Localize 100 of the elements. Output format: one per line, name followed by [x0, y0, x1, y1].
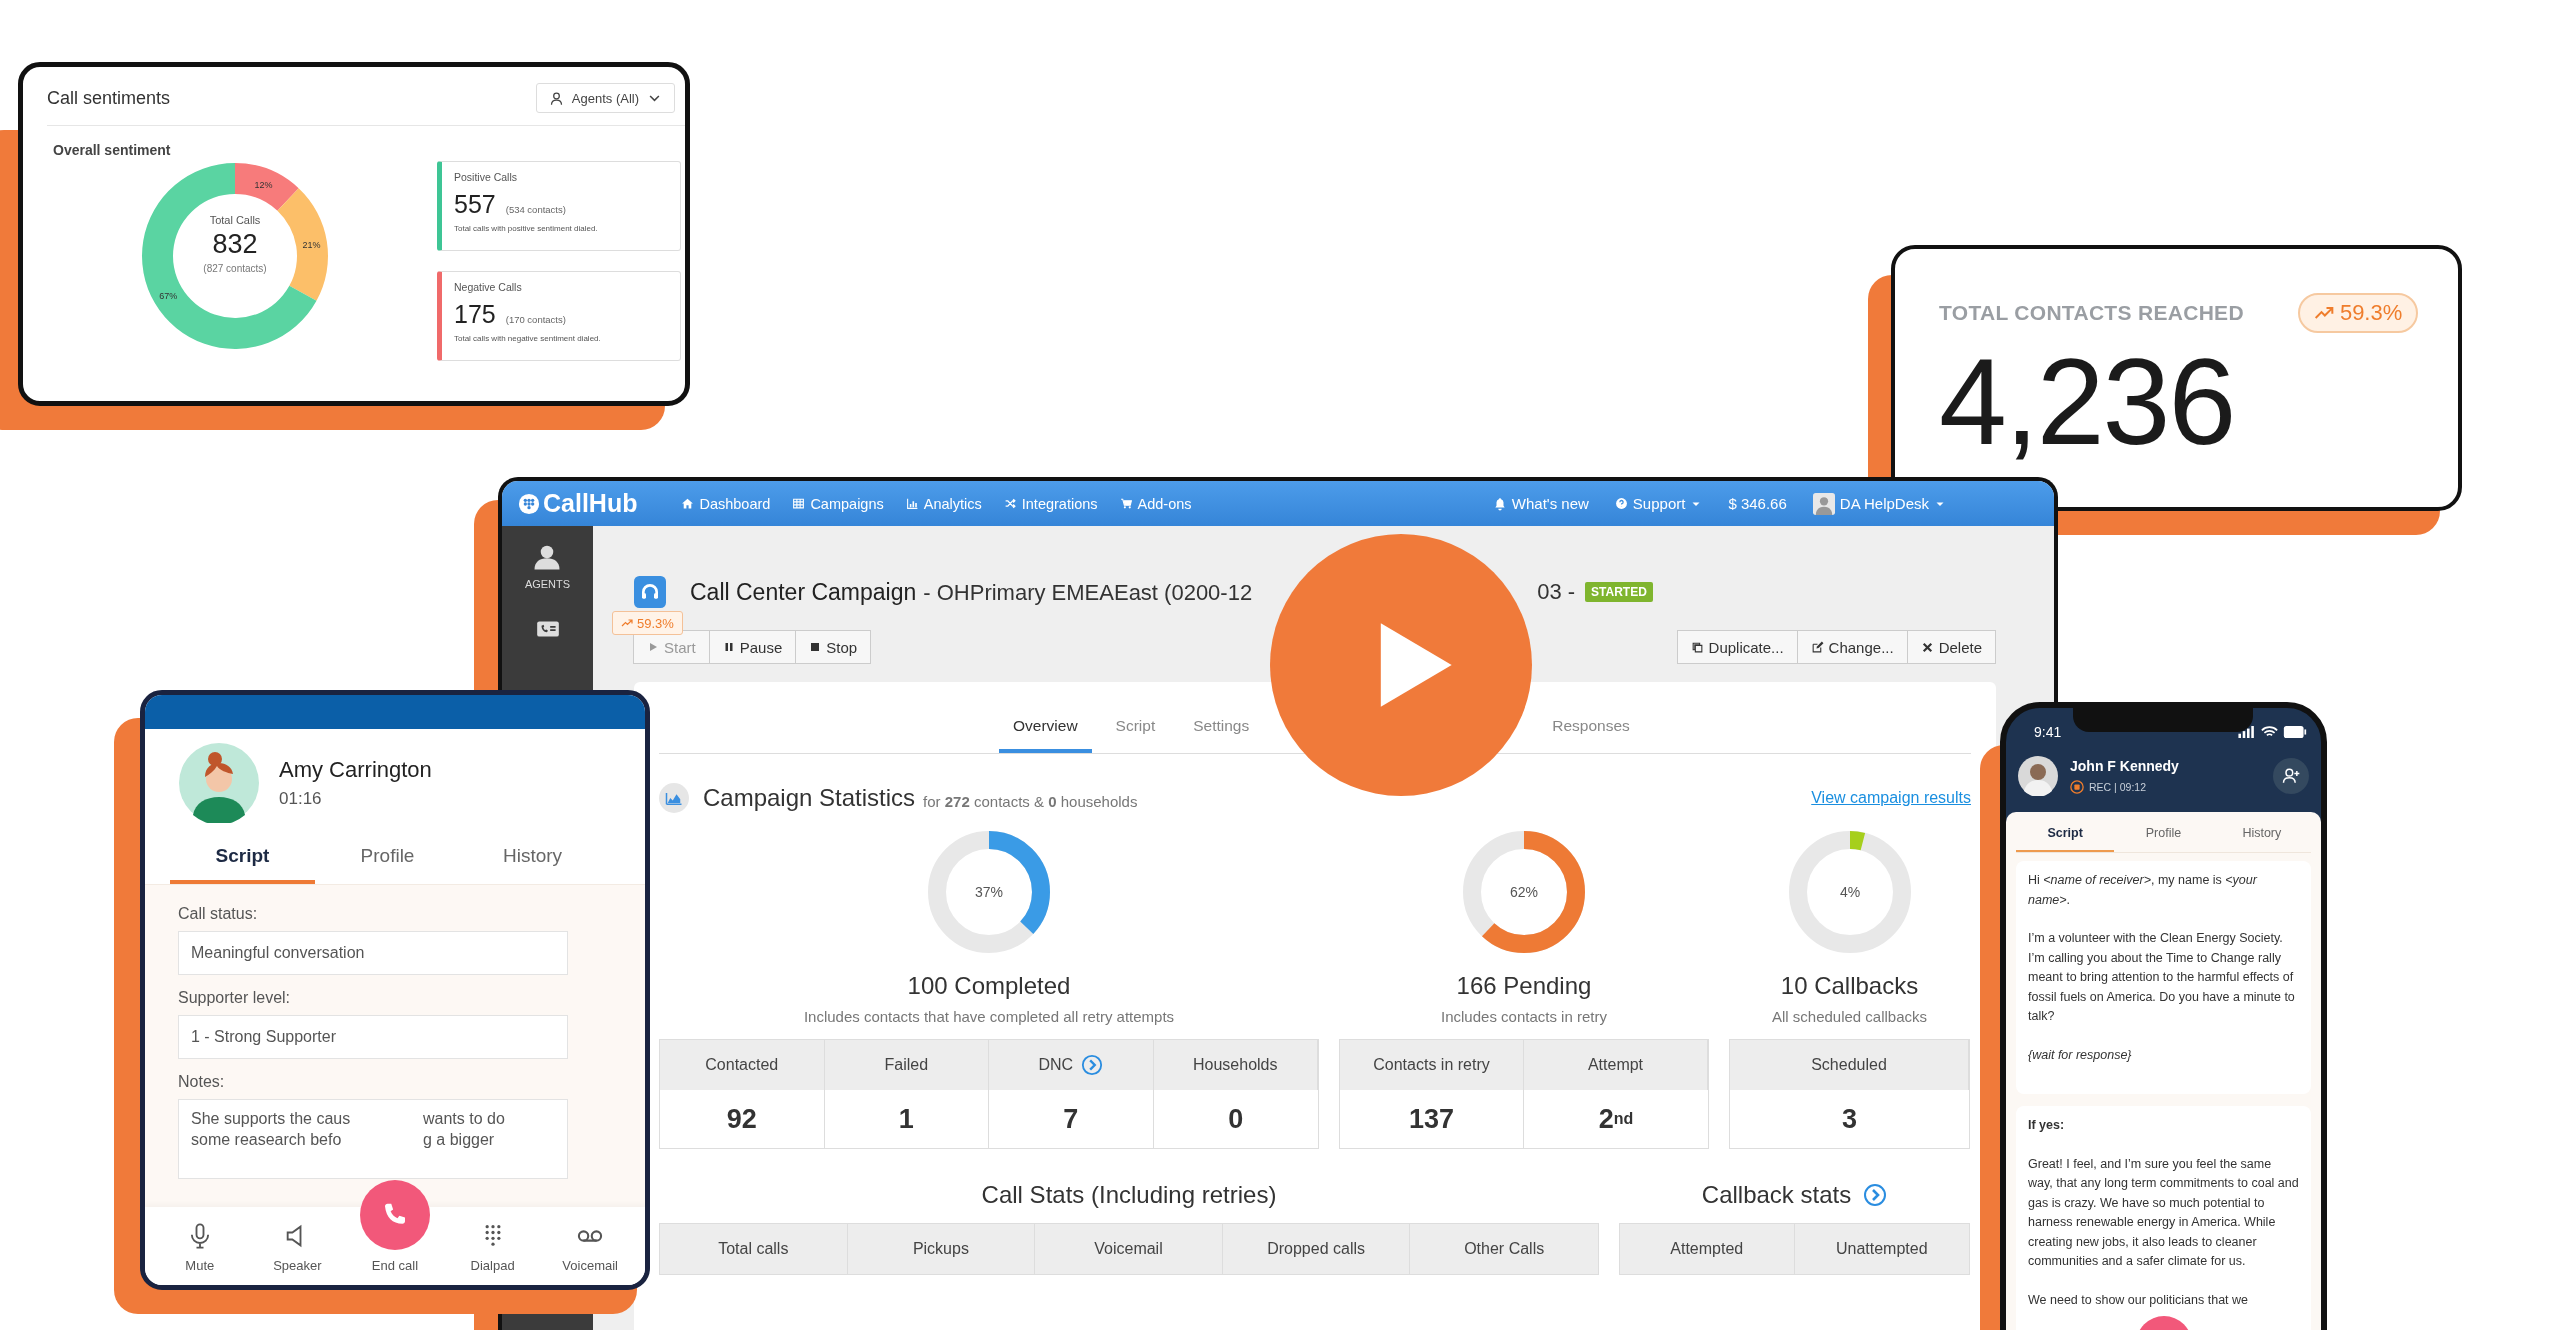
table-cell: 7: [989, 1090, 1154, 1148]
table-cell: 92: [660, 1090, 825, 1148]
stat-value: 175: [454, 300, 496, 329]
action-button[interactable]: Delete: [1906, 630, 1996, 664]
control-button[interactable]: Stop: [795, 630, 872, 664]
field-label: Supporter level:: [178, 989, 292, 1007]
section-title: Overall sentiment: [53, 142, 172, 158]
card-title: Call sentiments: [47, 87, 171, 109]
call-control[interactable]: Speaker: [248, 1222, 347, 1285]
column-header: Voicemail: [1094, 1240, 1163, 1258]
column-header: Attempt: [1587, 1056, 1644, 1074]
field-label: Call status:: [178, 905, 259, 923]
center-value: 832: [212, 229, 258, 260]
bell-icon: [1492, 496, 1507, 511]
section-title: Call Stats (Including retries): [981, 1181, 1277, 1209]
slice-label: 67%: [159, 291, 178, 302]
campaign-subtitle: - OHPrimary EMEAEast (0200-12: [923, 579, 1253, 606]
status-time: 9:41: [2034, 724, 2062, 740]
notes-text: g a bigger: [422, 1130, 496, 1150]
add-contact-button[interactable]: [2273, 758, 2309, 794]
close-icon: [1920, 640, 1934, 654]
copy-icon: [1690, 640, 1704, 654]
sidebar-item[interactable]: AGENTS: [524, 542, 571, 590]
tab[interactable]: Profile: [315, 837, 460, 884]
action-button[interactable]: Change...: [1796, 630, 1908, 664]
contact-name: Amy Carrington: [279, 757, 432, 783]
column-header: Contacted: [705, 1056, 779, 1074]
area-chart-icon: [659, 783, 689, 813]
tab[interactable]: Settings: [1179, 717, 1264, 753]
play-icon: [647, 641, 659, 653]
recording-status: REC | 09:12: [2089, 781, 2146, 793]
group-caption: Includes contacts that have completed all retry attempts: [803, 1008, 1175, 1025]
record-icon: [2070, 780, 2084, 794]
campaign-subtitle: 03 -: [1537, 579, 1576, 605]
trend-badge: 59.3%: [612, 611, 683, 635]
contact-name: John F Kennedy: [2070, 758, 2179, 774]
signal-icon: [2238, 726, 2256, 738]
call-control[interactable]: Mute: [151, 1222, 249, 1285]
group-caption: All scheduled callbacks: [1771, 1008, 1928, 1025]
script-paragraph: {wait for response}: [2028, 1046, 2133, 1064]
notes-text: some reasearch befo: [191, 1130, 343, 1150]
stat-note: (170 contacts): [505, 314, 566, 325]
headset-icon: [634, 576, 666, 608]
tab[interactable]: History: [2212, 812, 2311, 852]
column-header: Other Calls: [1464, 1240, 1545, 1258]
script-paragraph: Hi <name of receiver>, my name is <your name>.: [2028, 872, 2259, 909]
shuffle-icon: [1003, 497, 1017, 510]
input-field[interactable]: 1 - Strong Supporter: [178, 1015, 568, 1059]
metric-label: TOTAL CONTACTS REACHED: [1939, 301, 2244, 325]
table-cell-text: 3: [1841, 1102, 1858, 1136]
avatar: [2018, 756, 2058, 796]
avatar-icon: [1812, 492, 1835, 515]
bar-chart-icon: [905, 497, 919, 510]
tab[interactable]: Script: [1101, 717, 1170, 753]
table-cell-text: 2$^{nd}$: [1597, 1102, 1635, 1136]
results-link[interactable]: View campaign results: [1811, 789, 1971, 807]
tab[interactable]: Profile: [2114, 812, 2213, 852]
logo-icon: [518, 492, 540, 515]
slice-label: 12%: [254, 179, 273, 190]
column-header: Contacts in retry: [1373, 1056, 1490, 1074]
wifi-icon: [2261, 726, 2278, 738]
help-icon: [1614, 497, 1628, 510]
percent-label: 4%: [1839, 884, 1860, 900]
group-headline: 10 Callbacks: [1780, 972, 1919, 1000]
column-header: Pickups: [912, 1240, 969, 1258]
stop-icon: [809, 641, 822, 653]
group-headline: 166 Pending: [1456, 972, 1592, 1000]
column-header: Unattempted: [1835, 1240, 1928, 1258]
tab[interactable]: Responses: [1538, 717, 1644, 753]
table-icon: [792, 497, 806, 510]
field-label: Notes:: [178, 1073, 226, 1091]
call-control[interactable]: Voicemail: [541, 1222, 639, 1285]
action-button[interactable]: Duplicate...: [1676, 630, 1798, 664]
chevron-right-icon: [1863, 1183, 1888, 1207]
home-icon: [681, 497, 695, 510]
control-button[interactable]: Pause: [708, 630, 797, 664]
column-header: Total calls: [718, 1240, 789, 1258]
agents-dropdown[interactable]: Agents (All): [535, 83, 675, 113]
stat-label: Negative Calls: [454, 281, 523, 293]
tab[interactable]: Overview: [999, 717, 1092, 753]
table-cell-text: 0: [1227, 1102, 1245, 1136]
stat-value: 557: [454, 190, 496, 219]
stat-description: Total calls with negative sentiment dialed.: [454, 334, 602, 343]
notes-field[interactable]: She supports the caus wants to do some reasearch befo g a bigger: [178, 1099, 568, 1179]
battery-icon: [2283, 726, 2307, 738]
input-field[interactable]: Meaningful conversation: [178, 931, 568, 975]
metric-value: 4,236: [1939, 341, 2236, 463]
column-header: Dropped calls: [1267, 1240, 1365, 1258]
script-paragraph: I’m a volunteer with the Clean Energy Society. I’m calling you about the Time to Change rally meant to bring attention to the harmful effects of fossil fuels on America. Do you have a minute to talk?: [2028, 930, 2296, 1025]
trend-badge: 59.3%: [2297, 293, 2419, 333]
tab[interactable]: History: [460, 837, 605, 884]
call-control[interactable]: Dialpad: [443, 1222, 542, 1285]
table-cell: 1: [824, 1090, 989, 1148]
section-title: Campaign Statistics: [703, 784, 916, 812]
column-header: DNC: [1038, 1056, 1074, 1074]
script-paragraph: Great! I feel, and I’m sure you feel the same way, that any long term commitments to coal and gas is crazy. We have so much potential to harness renewable energy in America. While creating new jobs, it also leads to cleaner communities and a safer climate for us.: [2028, 1155, 2299, 1270]
tab[interactable]: Script: [2016, 812, 2115, 852]
user-icon: [548, 90, 564, 106]
column-header: Failed: [884, 1056, 929, 1074]
campaign-title: Call Center Campaign: [690, 578, 917, 606]
